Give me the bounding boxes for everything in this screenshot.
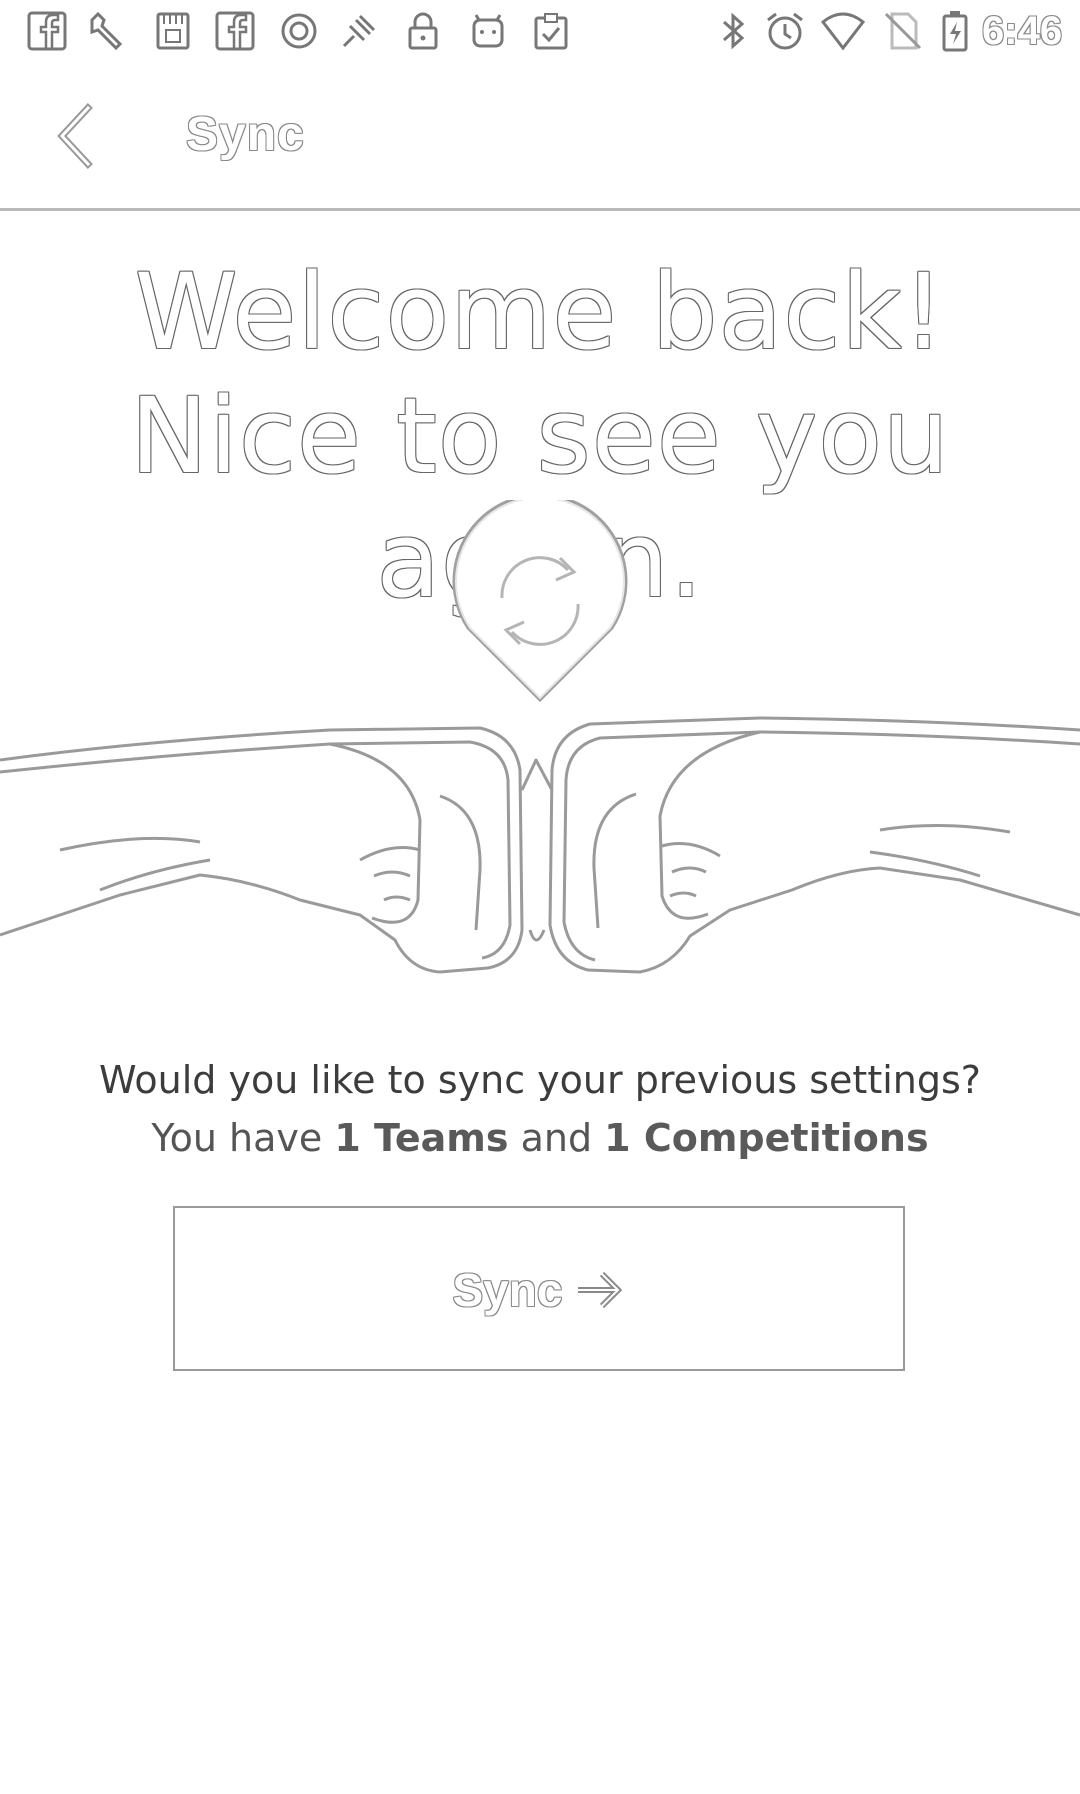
sync-summary: You have 1 Teams and 1 Competitions	[40, 1110, 1040, 1166]
wifi-icon	[820, 8, 866, 54]
bluetooth-icon	[710, 8, 756, 54]
summary-prefix: You have	[151, 1116, 335, 1160]
alarm-icon	[762, 8, 808, 54]
lock-icon	[400, 8, 446, 54]
wrench-icon	[84, 8, 130, 54]
facebook-icon	[212, 8, 258, 54]
arrow-right-icon	[574, 1268, 626, 1312]
battery-charging-icon	[932, 8, 978, 54]
satellite-icon	[336, 8, 382, 54]
android-icon	[465, 8, 511, 54]
sync-question: Would you like to sync your previous set…	[99, 1058, 981, 1102]
fist-bump-illustration	[0, 700, 1080, 1000]
chevron-left-icon	[57, 103, 93, 169]
no-sim-icon	[880, 8, 926, 54]
teams-count: 1 Teams	[334, 1116, 509, 1160]
sync-button[interactable]: Sync	[173, 1206, 905, 1371]
competitions-count: 1 Competitions	[604, 1116, 929, 1160]
status-time: 6:46	[982, 9, 1063, 53]
summary-middle: and	[508, 1116, 605, 1160]
facebook-icon	[24, 8, 70, 54]
clipboard-check-icon	[528, 8, 574, 54]
storage-card-icon	[150, 8, 196, 54]
sync-icon	[440, 493, 640, 710]
sync-button-label: Sync	[452, 1264, 563, 1316]
circle-dot-icon	[276, 8, 322, 54]
back-button[interactable]	[40, 98, 116, 174]
status-bar: 6:46	[0, 0, 1080, 62]
app-bar: Sync	[0, 62, 1080, 211]
page-title: Sync	[186, 108, 305, 161]
